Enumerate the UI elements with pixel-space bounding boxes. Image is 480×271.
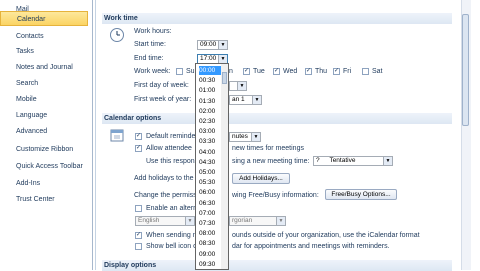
nav-item-calendar[interactable]: Calendar (0, 11, 88, 26)
enable-alternate-calendar-checkbox[interactable] (135, 205, 142, 212)
chevron-down-icon: ▼ (237, 82, 246, 90)
change-permissions-label: Change the permiss (134, 192, 197, 199)
response-select[interactable]: ? Tentative ▼ (313, 156, 393, 166)
nav-item-language[interactable]: Language (0, 108, 88, 123)
alternate-calendar-type-select[interactable]: rgorian ▼ (229, 216, 286, 226)
end-time-value: 17:00 (200, 55, 217, 62)
default-reminder-checkbox[interactable]: ✓ (135, 133, 142, 140)
default-reminder-label: Default reminde (146, 133, 196, 140)
icalendar-format-checkbox[interactable]: ✓ (135, 232, 142, 239)
allow-attendees-suffix: new times for meetings (232, 145, 304, 152)
day-saturday-label: Sat (372, 68, 383, 75)
day-tuesday-checkbox[interactable]: ✓ (243, 68, 250, 75)
work-hours-label: Work hours: (134, 28, 172, 35)
day-friday-label: Fri (343, 68, 352, 75)
chevron-down-icon: ▼ (218, 55, 227, 63)
day-wednesday-checkbox[interactable]: ✓ (273, 68, 280, 75)
bell-icon-suffix: dar for appointments and meetings with r… (232, 243, 390, 250)
section-display-options: Display options (102, 260, 452, 271)
nav-item-contacts[interactable]: Contacts (0, 29, 88, 44)
calendar-icon (110, 129, 124, 142)
nav-item-add-ins[interactable]: Add-Ins (0, 176, 88, 191)
nav-item-trust-center[interactable]: Trust Center (0, 192, 88, 207)
dropdown-scroll-thumb[interactable] (222, 72, 227, 84)
day-sunday-checkbox[interactable] (176, 68, 183, 75)
use-response-suffix: sing a new meeting time: (232, 158, 310, 165)
day-monday-label: n (229, 68, 233, 75)
chevron-down-icon: ▼ (251, 133, 260, 141)
start-time-value: 09:00 (200, 41, 217, 48)
nav-item-quick-access-toolbar[interactable]: Quick Access Toolbar (0, 159, 88, 174)
clock-icon (110, 28, 124, 42)
first-week-value: an 1 (232, 96, 245, 103)
first-day-of-week-label: First day of week: (134, 82, 189, 89)
chevron-down-icon: ▼ (276, 217, 285, 225)
bell-icon-checkbox[interactable] (135, 243, 142, 250)
alternate-language-select[interactable]: English ▼ (135, 216, 195, 226)
nav-item-tasks[interactable]: Tasks (0, 44, 88, 59)
first-week-of-year-select[interactable]: an 1 ▼ (229, 95, 262, 105)
change-permissions-suffix: wing Free/Busy information: (232, 192, 319, 199)
day-friday-checkbox[interactable]: ✓ (333, 68, 340, 75)
enable-alternate-calendar-label: Enable an alterr (146, 205, 196, 212)
tentative-value: Tentative (329, 157, 356, 164)
nav-item-search[interactable]: Search (0, 76, 88, 91)
start-time-label: Start time: (134, 41, 166, 48)
allow-attendees-checkbox[interactable]: ✓ (135, 145, 142, 152)
day-thursday-checkbox[interactable]: ✓ (305, 68, 312, 75)
day-sunday-label: Su (186, 68, 195, 75)
start-time-select[interactable]: 09:00 ▼ (197, 40, 228, 50)
add-holidays-button[interactable]: Add Holidays... (232, 173, 290, 184)
reminder-value: nutes (232, 133, 248, 140)
first-day-of-week-select[interactable]: ▼ (229, 81, 247, 91)
day-thursday-label: Thu (315, 68, 328, 75)
nav-item-customize-ribbon[interactable]: Customize Ribbon (0, 142, 88, 157)
add-holidays-label: Add holidays to the (134, 175, 194, 182)
section-calendar-options: Calendar options (102, 113, 452, 124)
section-work-time: Work time (102, 13, 452, 24)
nav-item-mobile[interactable]: Mobile (0, 92, 88, 107)
chevron-down-icon: ▼ (252, 96, 261, 104)
question-icon: ? (316, 157, 320, 164)
content-scroll-thumb[interactable] (462, 14, 469, 126)
icalendar-format-suffix: ounds outside of your organization, use … (232, 232, 420, 239)
nav-item-notes-journal[interactable]: Notes and Journal (0, 60, 88, 75)
reminder-select[interactable]: nutes ▼ (229, 132, 261, 142)
end-time-label: End time: (134, 55, 164, 62)
nav-divider (95, 0, 96, 270)
icalendar-format-label: When sending m (146, 232, 199, 239)
work-week-label: Work week: (134, 68, 171, 75)
free-busy-options-button[interactable]: Free/Busy Options... (325, 189, 397, 200)
chevron-down-icon: ▼ (218, 41, 227, 49)
bell-icon-label: Show bell icon c (146, 243, 197, 250)
first-week-of-year-label: First week of year: (134, 96, 192, 103)
day-tuesday-label: Tue (253, 68, 265, 75)
chevron-down-icon: ▼ (185, 217, 194, 225)
dropdown-scrollbar[interactable] (221, 64, 228, 269)
day-wednesday-label: Wed (283, 68, 298, 75)
allow-attendees-label: Allow attendee (146, 145, 192, 152)
calendar-type-value: rgorian (232, 217, 253, 224)
day-saturday-checkbox[interactable] (362, 68, 369, 75)
language-value: English (138, 217, 160, 224)
nav-item-advanced[interactable]: Advanced (0, 124, 88, 139)
chevron-down-icon: ▼ (383, 157, 392, 165)
